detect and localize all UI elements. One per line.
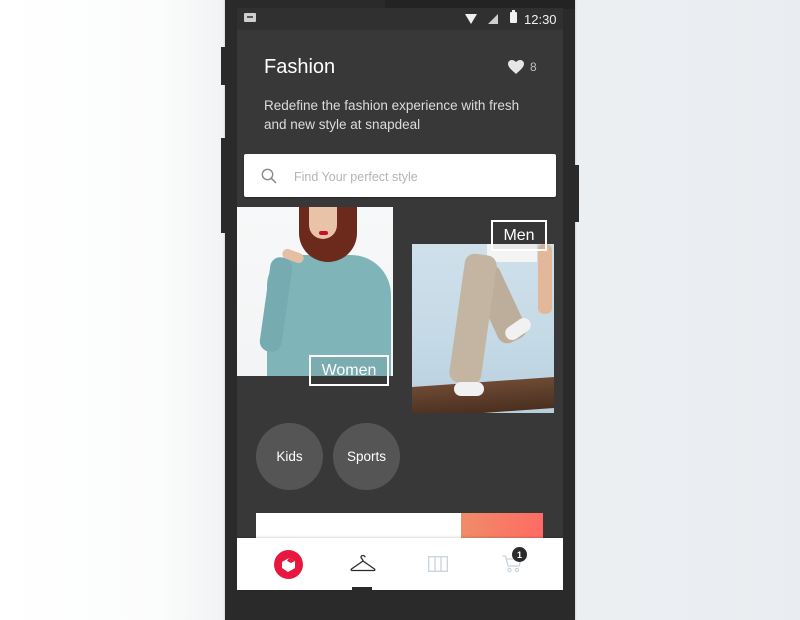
page-description: Redefine the fashion experience with fre… — [264, 98, 520, 132]
signal-icon — [488, 14, 498, 24]
women-label[interactable]: Women — [309, 355, 389, 386]
battery-icon — [510, 10, 517, 23]
wifi-icon — [465, 14, 477, 24]
men-label[interactable]: Men — [491, 220, 547, 251]
nav-home[interactable] — [258, 538, 318, 590]
phone-side-button — [221, 47, 225, 85]
app-screen: 12:30 Fashion 8 Redefine the fashion exp… — [237, 8, 563, 590]
phone-side-button — [221, 138, 225, 233]
category-chip-kids[interactable]: Kids — [256, 423, 323, 490]
likes-count: 8 — [530, 60, 537, 74]
snapdeal-logo-icon — [273, 549, 303, 579]
hanger-icon — [350, 555, 376, 572]
search-input[interactable] — [292, 154, 546, 199]
message-icon — [244, 13, 256, 22]
women-lips-shape — [319, 231, 328, 235]
bottom-nav: 1 — [237, 538, 563, 590]
phone-side-button — [575, 165, 579, 222]
page-title: Fashion — [264, 56, 336, 78]
men-shoe-shape — [454, 382, 484, 396]
status-time: 12:30 — [524, 12, 557, 27]
active-tab-indicator — [352, 587, 372, 590]
status-bar: 12:30 — [237, 8, 563, 30]
search-bar[interactable] — [244, 154, 556, 199]
search-icon — [261, 168, 277, 184]
heart-icon — [508, 60, 524, 74]
grid-columns-icon — [428, 556, 448, 572]
men-log-shape — [412, 377, 554, 413]
cart-badge: 1 — [512, 547, 527, 562]
men-arm-shape — [538, 244, 552, 314]
nav-fashion[interactable] — [333, 538, 393, 590]
nav-cart[interactable]: 1 — [482, 538, 542, 590]
category-card-women[interactable] — [237, 207, 393, 376]
category-chip-sports[interactable]: Sports — [333, 423, 400, 490]
nav-categories[interactable] — [408, 538, 468, 590]
likes-button[interactable]: 8 — [508, 60, 537, 74]
category-card-men[interactable] — [412, 244, 554, 413]
